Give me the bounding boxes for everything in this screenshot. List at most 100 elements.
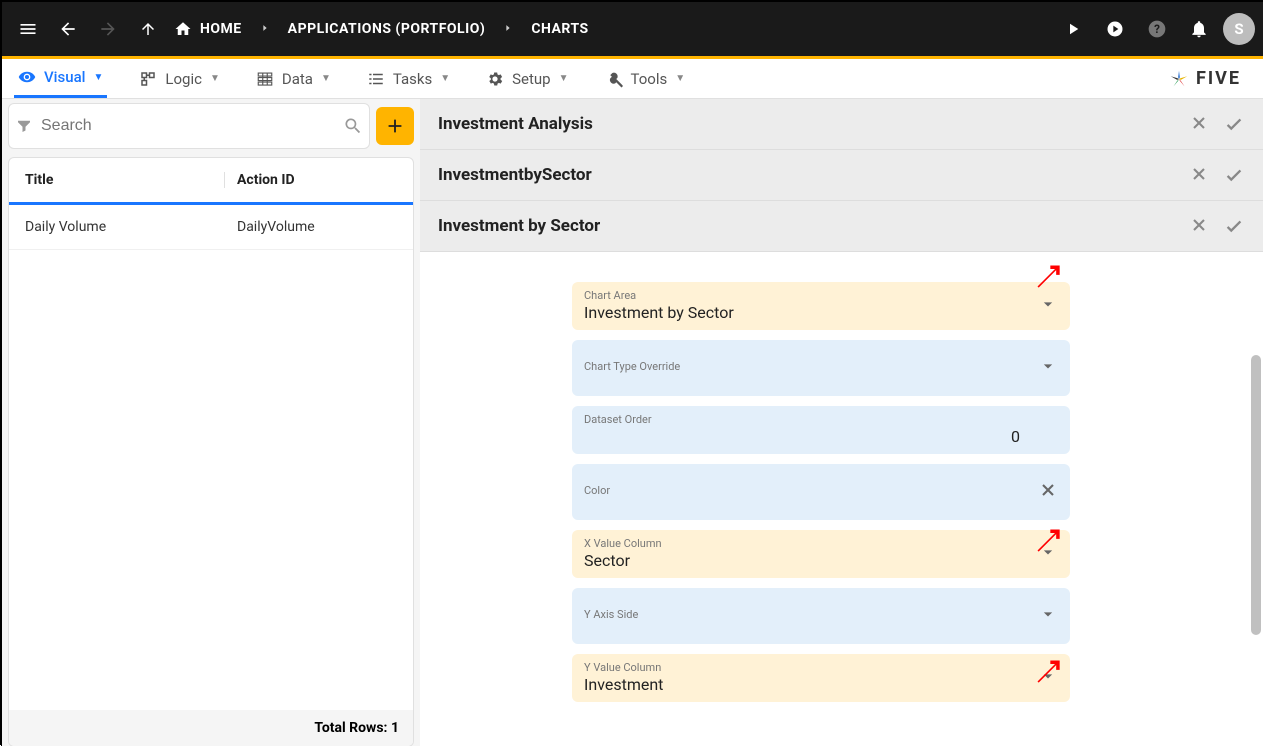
row-action-id: DailyVolume [225, 219, 397, 235]
forward-button [90, 11, 126, 47]
list-table: Title Action ID Daily Volume DailyVolume… [8, 157, 414, 746]
chevron-right-icon [260, 21, 270, 37]
tab-tools-label: Tools [631, 70, 668, 88]
check-icon[interactable] [1223, 113, 1245, 135]
close-icon[interactable] [1189, 164, 1209, 184]
column-title[interactable]: Title [25, 172, 225, 188]
field-value: Sector [584, 551, 1058, 570]
logo-icon [1168, 68, 1190, 90]
tab-tasks-label: Tasks [393, 70, 432, 88]
tab-tasks[interactable]: Tasks ▼ [363, 59, 454, 98]
top-bar-left: HOME APPLICATIONS (PORTFOLIO) CHARTS [10, 11, 589, 47]
close-icon[interactable] [1189, 215, 1209, 235]
tab-data[interactable]: Data ▼ [252, 59, 335, 98]
field-y-value-column[interactable]: Y Value Column Investment [572, 654, 1070, 702]
field-x-value-column[interactable]: X Value Column Sector [572, 530, 1070, 578]
field-value: 0 [584, 427, 1058, 446]
chevron-down-icon[interactable] [1038, 356, 1058, 380]
tab-setup-label: Setup [512, 70, 550, 88]
section-title: Investment Analysis [438, 114, 593, 134]
field-value: Investment [584, 675, 1058, 694]
footer-count: 1 [391, 720, 399, 736]
avatar-letter: S [1234, 20, 1243, 38]
field-chart-area[interactable]: Chart Area Investment by Sector [572, 282, 1070, 330]
debug-button[interactable] [1097, 11, 1133, 47]
logo-text: FIVE [1196, 68, 1241, 89]
run-button[interactable] [1055, 11, 1091, 47]
detail-panel: Investment Analysis InvestmentbySector I… [420, 99, 1263, 746]
breadcrumb-charts[interactable]: CHARTS [531, 21, 588, 37]
help-button[interactable]: ? [1139, 11, 1175, 47]
menu-button[interactable] [10, 11, 46, 47]
breadcrumb: HOME APPLICATIONS (PORTFOLIO) CHARTS [174, 20, 589, 38]
table-footer: Total Rows: 1 [9, 710, 413, 746]
column-action-id[interactable]: Action ID [225, 172, 397, 188]
notifications-button[interactable] [1181, 11, 1217, 47]
breadcrumb-home[interactable]: HOME [174, 20, 242, 38]
dropdown-icon: ▼ [210, 73, 220, 84]
chevron-down-icon[interactable] [1038, 666, 1058, 690]
field-label: Chart Type Override [584, 360, 1058, 373]
search-input[interactable] [41, 117, 335, 135]
section-title: Investment by Sector [438, 216, 600, 236]
avatar[interactable]: S [1223, 13, 1255, 45]
footer-label: Total Rows: [314, 720, 387, 736]
clear-icon[interactable] [1038, 480, 1058, 504]
chevron-down-icon[interactable] [1038, 542, 1058, 566]
chevron-down-icon[interactable] [1038, 294, 1058, 318]
field-label: X Value Column [584, 537, 1058, 550]
add-button[interactable] [376, 107, 414, 145]
table-header: Title Action ID [9, 158, 413, 205]
filter-icon[interactable] [15, 117, 33, 135]
field-label: Dataset Order [584, 413, 1058, 426]
field-label: Color [584, 484, 1058, 497]
field-value: Investment by Sector [584, 303, 1058, 322]
dropdown-icon: ▼ [440, 73, 450, 84]
tab-visual-label: Visual [44, 68, 85, 86]
top-bar: HOME APPLICATIONS (PORTFOLIO) CHARTS ? [2, 2, 1263, 56]
search-row [8, 103, 370, 149]
dropdown-icon: ▼ [321, 73, 331, 84]
section-title: InvestmentbySector [438, 165, 592, 185]
dropdown-icon: ▼ [93, 72, 103, 83]
side-panel: Title Action ID Daily Volume DailyVolume… [2, 99, 420, 746]
check-icon[interactable] [1223, 164, 1245, 186]
field-color[interactable]: Color [572, 464, 1070, 520]
close-icon[interactable] [1189, 113, 1209, 133]
breadcrumb-applications-label: APPLICATIONS (PORTFOLIO) [288, 21, 486, 37]
tab-data-label: Data [282, 70, 313, 88]
section-investment-by-sector[interactable]: Investment by Sector [420, 201, 1263, 252]
chevron-right-icon [503, 21, 513, 37]
table-row[interactable]: Daily Volume DailyVolume [9, 205, 413, 250]
field-label: Chart Area [584, 289, 1058, 302]
row-title: Daily Volume [25, 219, 225, 235]
tab-bar: Visual ▼ Logic ▼ Data ▼ Tasks ▼ Setup ▼ … [2, 59, 1263, 99]
field-y-axis-side[interactable]: Y Axis Side [572, 588, 1070, 644]
tab-logic-label: Logic [165, 70, 202, 88]
check-icon[interactable] [1223, 215, 1245, 237]
logo: FIVE [1168, 68, 1251, 90]
form-area: Chart Area Investment by Sector Chart Ty… [420, 252, 1263, 746]
main-area: Title Action ID Daily Volume DailyVolume… [2, 99, 1263, 746]
breadcrumb-charts-label: CHARTS [531, 21, 588, 37]
chevron-down-icon[interactable] [1038, 604, 1058, 628]
back-button[interactable] [50, 11, 86, 47]
field-dataset-order[interactable]: Dataset Order 0 [572, 406, 1070, 454]
up-button[interactable] [130, 11, 166, 47]
tab-logic[interactable]: Logic ▼ [135, 59, 223, 98]
dropdown-icon: ▼ [559, 73, 569, 84]
field-chart-type-override[interactable]: Chart Type Override [572, 340, 1070, 396]
scrollbar[interactable] [1251, 355, 1261, 635]
breadcrumb-home-label: HOME [200, 21, 242, 37]
tab-setup[interactable]: Setup ▼ [482, 59, 572, 98]
section-investment-analysis[interactable]: Investment Analysis [420, 99, 1263, 150]
tab-tools[interactable]: Tools ▼ [601, 59, 690, 98]
dropdown-icon: ▼ [675, 73, 685, 84]
section-investmentbysector[interactable]: InvestmentbySector [420, 150, 1263, 201]
breadcrumb-applications[interactable]: APPLICATIONS (PORTFOLIO) [288, 21, 486, 37]
search-icon[interactable] [343, 116, 363, 136]
tab-visual[interactable]: Visual ▼ [14, 59, 107, 98]
plus-icon [384, 115, 406, 137]
field-label: Y Axis Side [584, 608, 1058, 621]
top-bar-right: ? S [1055, 11, 1255, 47]
